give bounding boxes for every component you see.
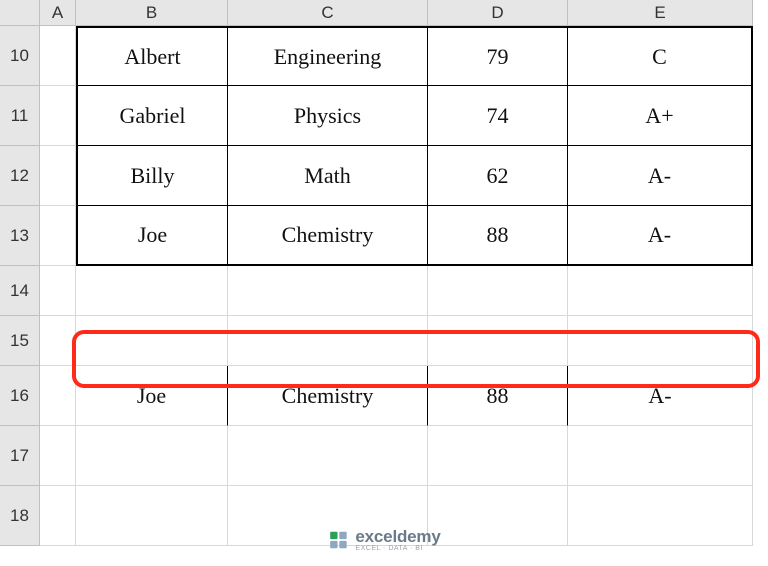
cell-C12[interactable]: Math: [228, 146, 428, 206]
cell-A18[interactable]: [40, 486, 76, 546]
row-header-18[interactable]: 18: [0, 486, 40, 546]
cell-D10[interactable]: 79: [428, 26, 568, 86]
cell-A10[interactable]: [40, 26, 76, 86]
row-17: 17: [0, 426, 768, 486]
cell-A11[interactable]: [40, 86, 76, 146]
cell-E17[interactable]: [568, 426, 753, 486]
cell-C11[interactable]: Physics: [228, 86, 428, 146]
cell-B12[interactable]: Billy: [76, 146, 228, 206]
cell-D11[interactable]: 74: [428, 86, 568, 146]
cell-B18[interactable]: [76, 486, 228, 546]
col-header-E[interactable]: E: [568, 0, 753, 26]
cell-A16[interactable]: [40, 366, 76, 426]
cell-E11[interactable]: A+: [568, 86, 753, 146]
cell-D17[interactable]: [428, 426, 568, 486]
corner-header[interactable]: [0, 0, 40, 26]
col-header-C[interactable]: C: [228, 0, 428, 26]
cell-C17[interactable]: [228, 426, 428, 486]
row-10: 10 Albert Engineering 79 C: [0, 26, 768, 86]
row-header-13[interactable]: 13: [0, 206, 40, 266]
cell-B17[interactable]: [76, 426, 228, 486]
col-header-B[interactable]: B: [76, 0, 228, 26]
watermark-sub: EXCEL · DATA · BI: [355, 545, 440, 552]
cell-D18[interactable]: [428, 486, 568, 546]
row-15: 15: [0, 316, 768, 366]
cell-A17[interactable]: [40, 426, 76, 486]
cell-E13[interactable]: A-: [568, 206, 753, 266]
cell-D13[interactable]: 88: [428, 206, 568, 266]
watermark-main: exceldemy: [355, 528, 440, 545]
exceldemy-logo-icon: [327, 529, 349, 551]
cell-B16[interactable]: Joe: [76, 366, 228, 426]
row-13: 13 Joe Chemistry 88 A-: [0, 206, 768, 266]
column-headers: A B C D E: [0, 0, 768, 26]
watermark-text: exceldemy EXCEL · DATA · BI: [355, 528, 440, 552]
row-header-16[interactable]: 16: [0, 366, 40, 426]
row-header-11[interactable]: 11: [0, 86, 40, 146]
cell-C14[interactable]: [228, 266, 428, 316]
cell-E14[interactable]: [568, 266, 753, 316]
cell-A14[interactable]: [40, 266, 76, 316]
row-16: 16 Joe Chemistry 88 A-: [0, 366, 768, 426]
cell-D15[interactable]: [428, 316, 568, 366]
cell-C13[interactable]: Chemistry: [228, 206, 428, 266]
watermark: exceldemy EXCEL · DATA · BI: [327, 528, 440, 552]
row-header-12[interactable]: 12: [0, 146, 40, 206]
cell-B10[interactable]: Albert: [76, 26, 228, 86]
cell-E18[interactable]: [568, 486, 753, 546]
row-11: 11 Gabriel Physics 74 A+: [0, 86, 768, 146]
cell-E16[interactable]: A-: [568, 366, 753, 426]
spreadsheet-grid: A B C D E 10 Albert Engineering 79 C 11 …: [0, 0, 768, 546]
cell-B14[interactable]: [76, 266, 228, 316]
cell-A13[interactable]: [40, 206, 76, 266]
cell-C10[interactable]: Engineering: [228, 26, 428, 86]
cell-D16[interactable]: 88: [428, 366, 568, 426]
row-14: 14: [0, 266, 768, 316]
row-header-10[interactable]: 10: [0, 26, 40, 86]
row-header-14[interactable]: 14: [0, 266, 40, 316]
cell-E10[interactable]: C: [568, 26, 753, 86]
row-12: 12 Billy Math 62 A-: [0, 146, 768, 206]
cell-C15[interactable]: [228, 316, 428, 366]
cell-B13[interactable]: Joe: [76, 206, 228, 266]
cell-B15[interactable]: [76, 316, 228, 366]
col-header-A[interactable]: A: [40, 0, 76, 26]
cell-D14[interactable]: [428, 266, 568, 316]
row-header-15[interactable]: 15: [0, 316, 40, 366]
cell-E12[interactable]: A-: [568, 146, 753, 206]
cell-A12[interactable]: [40, 146, 76, 206]
cell-E15[interactable]: [568, 316, 753, 366]
cell-D12[interactable]: 62: [428, 146, 568, 206]
cell-C16[interactable]: Chemistry: [228, 366, 428, 426]
row-header-17[interactable]: 17: [0, 426, 40, 486]
cell-A15[interactable]: [40, 316, 76, 366]
cell-B11[interactable]: Gabriel: [76, 86, 228, 146]
col-header-D[interactable]: D: [428, 0, 568, 26]
